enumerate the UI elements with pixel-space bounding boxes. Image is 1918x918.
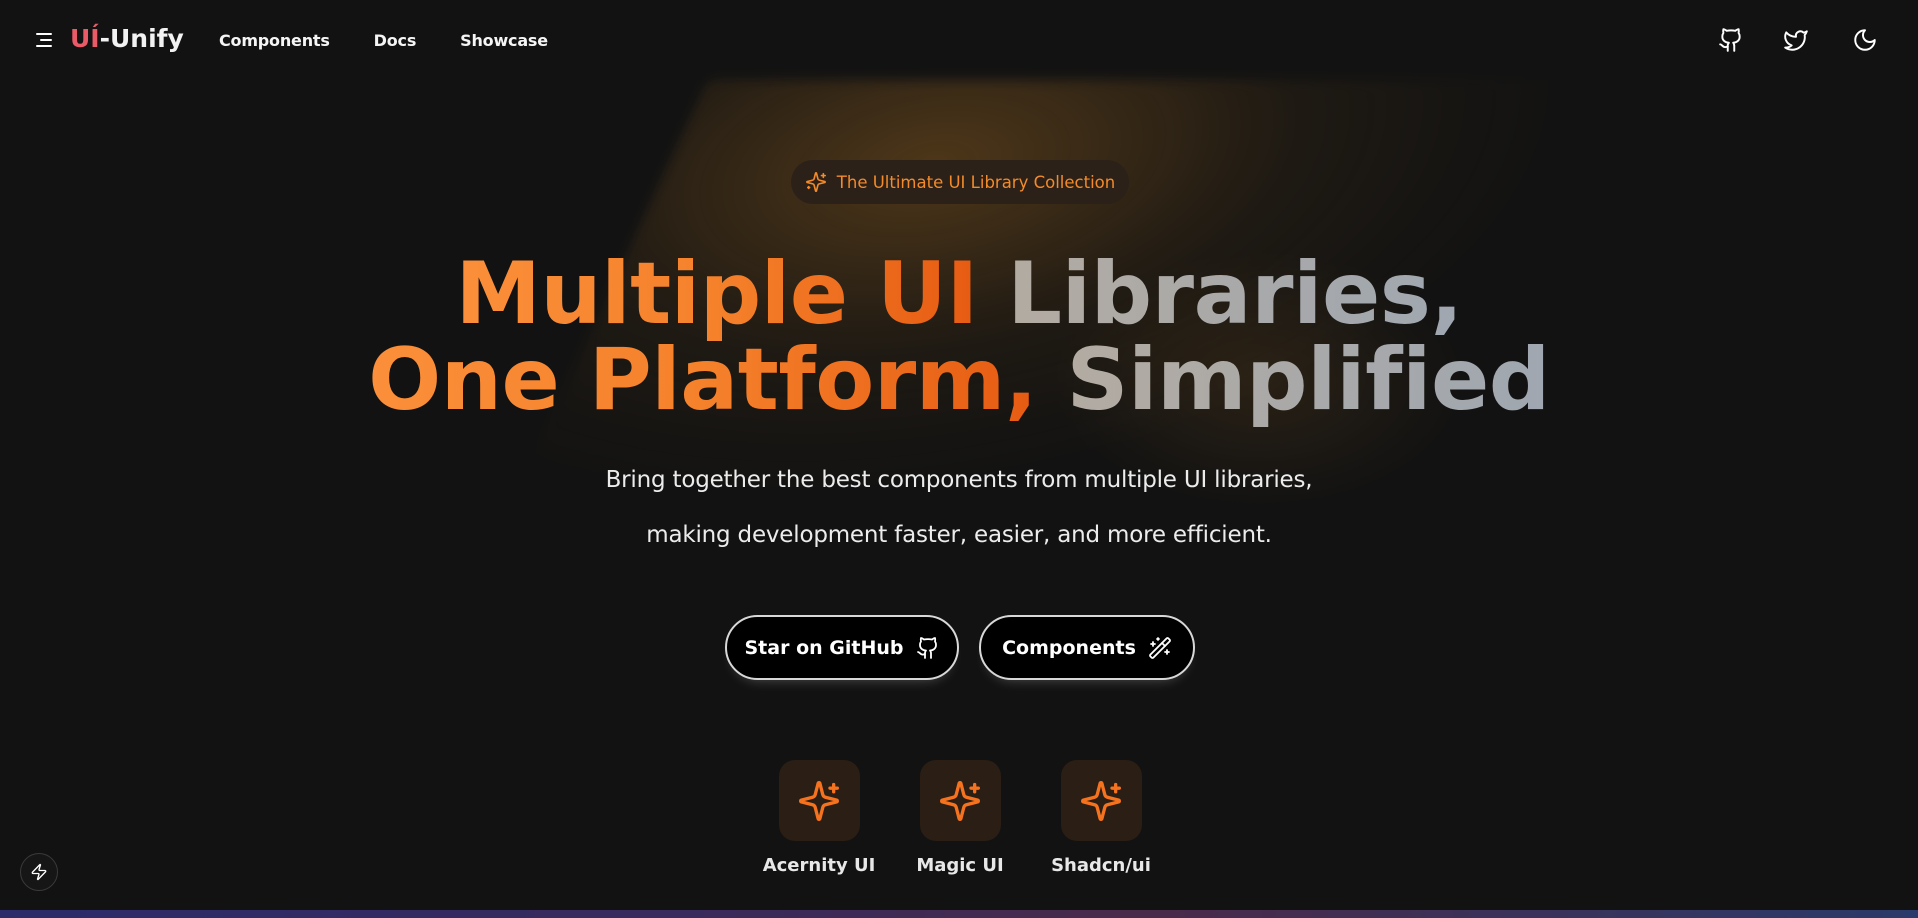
- quick-action-button[interactable]: [20, 853, 58, 891]
- subtitle-line-2: making development faster, easier, and m…: [646, 522, 1272, 548]
- library-tile: [919, 760, 1001, 841]
- library-label: Magic UI: [916, 855, 1004, 876]
- nav-components[interactable]: Components: [219, 31, 330, 50]
- nav-showcase[interactable]: Showcase: [460, 31, 548, 50]
- sparkles-icon: [940, 780, 980, 821]
- library-tile: [778, 760, 860, 841]
- sparkles-icon: [1081, 780, 1121, 821]
- main-nav: Components Docs Showcase: [219, 31, 592, 50]
- sparkles-icon: [799, 780, 839, 821]
- twitter-icon[interactable]: [1783, 27, 1809, 53]
- magic-wand-icon: [1149, 636, 1171, 659]
- hero-badge: The Ultimate UI Library Collection: [791, 160, 1129, 204]
- nav-docs[interactable]: Docs: [374, 31, 417, 50]
- badge-text: The Ultimate UI Library Collection: [836, 172, 1116, 192]
- lightning-bolt-icon: [31, 863, 47, 881]
- components-button[interactable]: Components: [979, 615, 1195, 680]
- bottom-gradient-bar: [0, 910, 1918, 918]
- headline-muted-2: Simplified: [1066, 330, 1551, 430]
- logo[interactable]: UÍ-Unify: [70, 24, 184, 53]
- headline-line-1: Multiple UI Libraries,: [0, 244, 1918, 344]
- subtitle-line-1: Bring together the best components from …: [605, 467, 1313, 493]
- moon-icon[interactable]: [1852, 27, 1878, 53]
- library-label: Shadcn/ui: [1051, 855, 1151, 876]
- components-button-label: Components: [1002, 636, 1136, 659]
- headline-highlight-1: Multiple UI: [455, 244, 978, 344]
- hamburger-menu-icon[interactable]: [36, 30, 56, 50]
- top-navbar: UÍ-Unify Components Docs Showcase: [0, 0, 1918, 80]
- library-label: Acernity UI: [762, 855, 876, 876]
- page: UÍ-Unify Components Docs Showcase The Ul…: [0, 0, 1918, 918]
- github-icon: [916, 636, 937, 659]
- library-acernity-ui[interactable]: Acernity UI: [759, 760, 879, 876]
- headline-muted-1: Libraries,: [1007, 244, 1463, 344]
- library-shadcn-ui[interactable]: Shadcn/ui: [1041, 760, 1161, 876]
- sparkles-icon: [805, 172, 826, 192]
- star-on-github-label: Star on GitHub: [744, 636, 904, 659]
- logo-accent: UÍ: [70, 24, 100, 53]
- headline-line-2: One Platform, Simplified: [0, 330, 1918, 430]
- library-tile: [1060, 760, 1142, 841]
- star-on-github-button[interactable]: Star on GitHub: [725, 615, 959, 680]
- logo-text: -Unify: [99, 24, 184, 53]
- headline-highlight-2: One Platform,: [368, 330, 1038, 430]
- library-magic-ui[interactable]: Magic UI: [900, 760, 1020, 876]
- github-icon[interactable]: [1718, 27, 1744, 53]
